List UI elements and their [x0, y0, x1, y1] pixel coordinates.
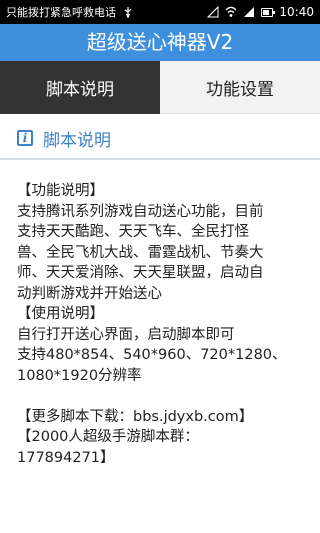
content-line: 177894271】	[17, 449, 115, 466]
content-line: 动判断游戏并开始送心	[17, 285, 162, 302]
content-line: 【功能说明】	[17, 183, 104, 199]
content-line: 1080*1920分辨率	[17, 367, 142, 384]
content-line: 【更多脚本下载：bbs.jdyxb.com】	[17, 408, 254, 425]
status-time: 10:40	[279, 5, 314, 19]
tab-label: 功能设置	[206, 79, 274, 100]
status-bar: 只能拨打紧急呼救电话 10:40	[0, 0, 320, 24]
tab-script-description[interactable]: 脚本说明	[0, 61, 160, 114]
content-line: 师、天天爱消除、天天星联盟，启动自	[17, 265, 264, 281]
battery-icon	[261, 7, 276, 17]
info-icon: i	[17, 130, 33, 146]
content-line: 支持天天酷跑、天天飞车、全民打怪	[17, 224, 249, 240]
content-line: 【使用说明】	[17, 306, 104, 322]
content-line: 支持480*854、540*960、720*1280、	[17, 347, 287, 363]
wifi-icon	[225, 6, 237, 17]
tab-feature-settings[interactable]: 功能设置	[160, 61, 320, 114]
app-title-bar: 超级送心神器V2	[0, 24, 320, 61]
content-line: 自行打开送心界面，启动脚本即可	[17, 326, 235, 343]
section-header: i 脚本说明	[0, 118, 320, 160]
content-line: 【2000人超级手游脚本群：	[17, 429, 199, 445]
signal-icon	[207, 6, 219, 18]
content-line: 兽、全民飞机大战、雷霆战机、节奏大	[17, 244, 264, 261]
content-line: 支持腾讯系列游戏自动送心功能，目前	[17, 203, 264, 220]
tab-label: 脚本说明	[46, 80, 114, 100]
sim-signal-icon	[244, 7, 255, 17]
status-notification-text: 只能拨打紧急呼救电话	[6, 6, 116, 19]
description-content: 【功能说明】 支持腾讯系列游戏自动送心功能，目前 支持天天酷跑、天天飞车、全民打…	[0, 181, 320, 468]
tab-bar: 脚本说明 功能设置	[0, 61, 320, 114]
usb-icon	[124, 7, 132, 18]
section-title: 脚本说明	[43, 130, 111, 151]
app-title: 超级送心神器V2	[86, 30, 234, 54]
